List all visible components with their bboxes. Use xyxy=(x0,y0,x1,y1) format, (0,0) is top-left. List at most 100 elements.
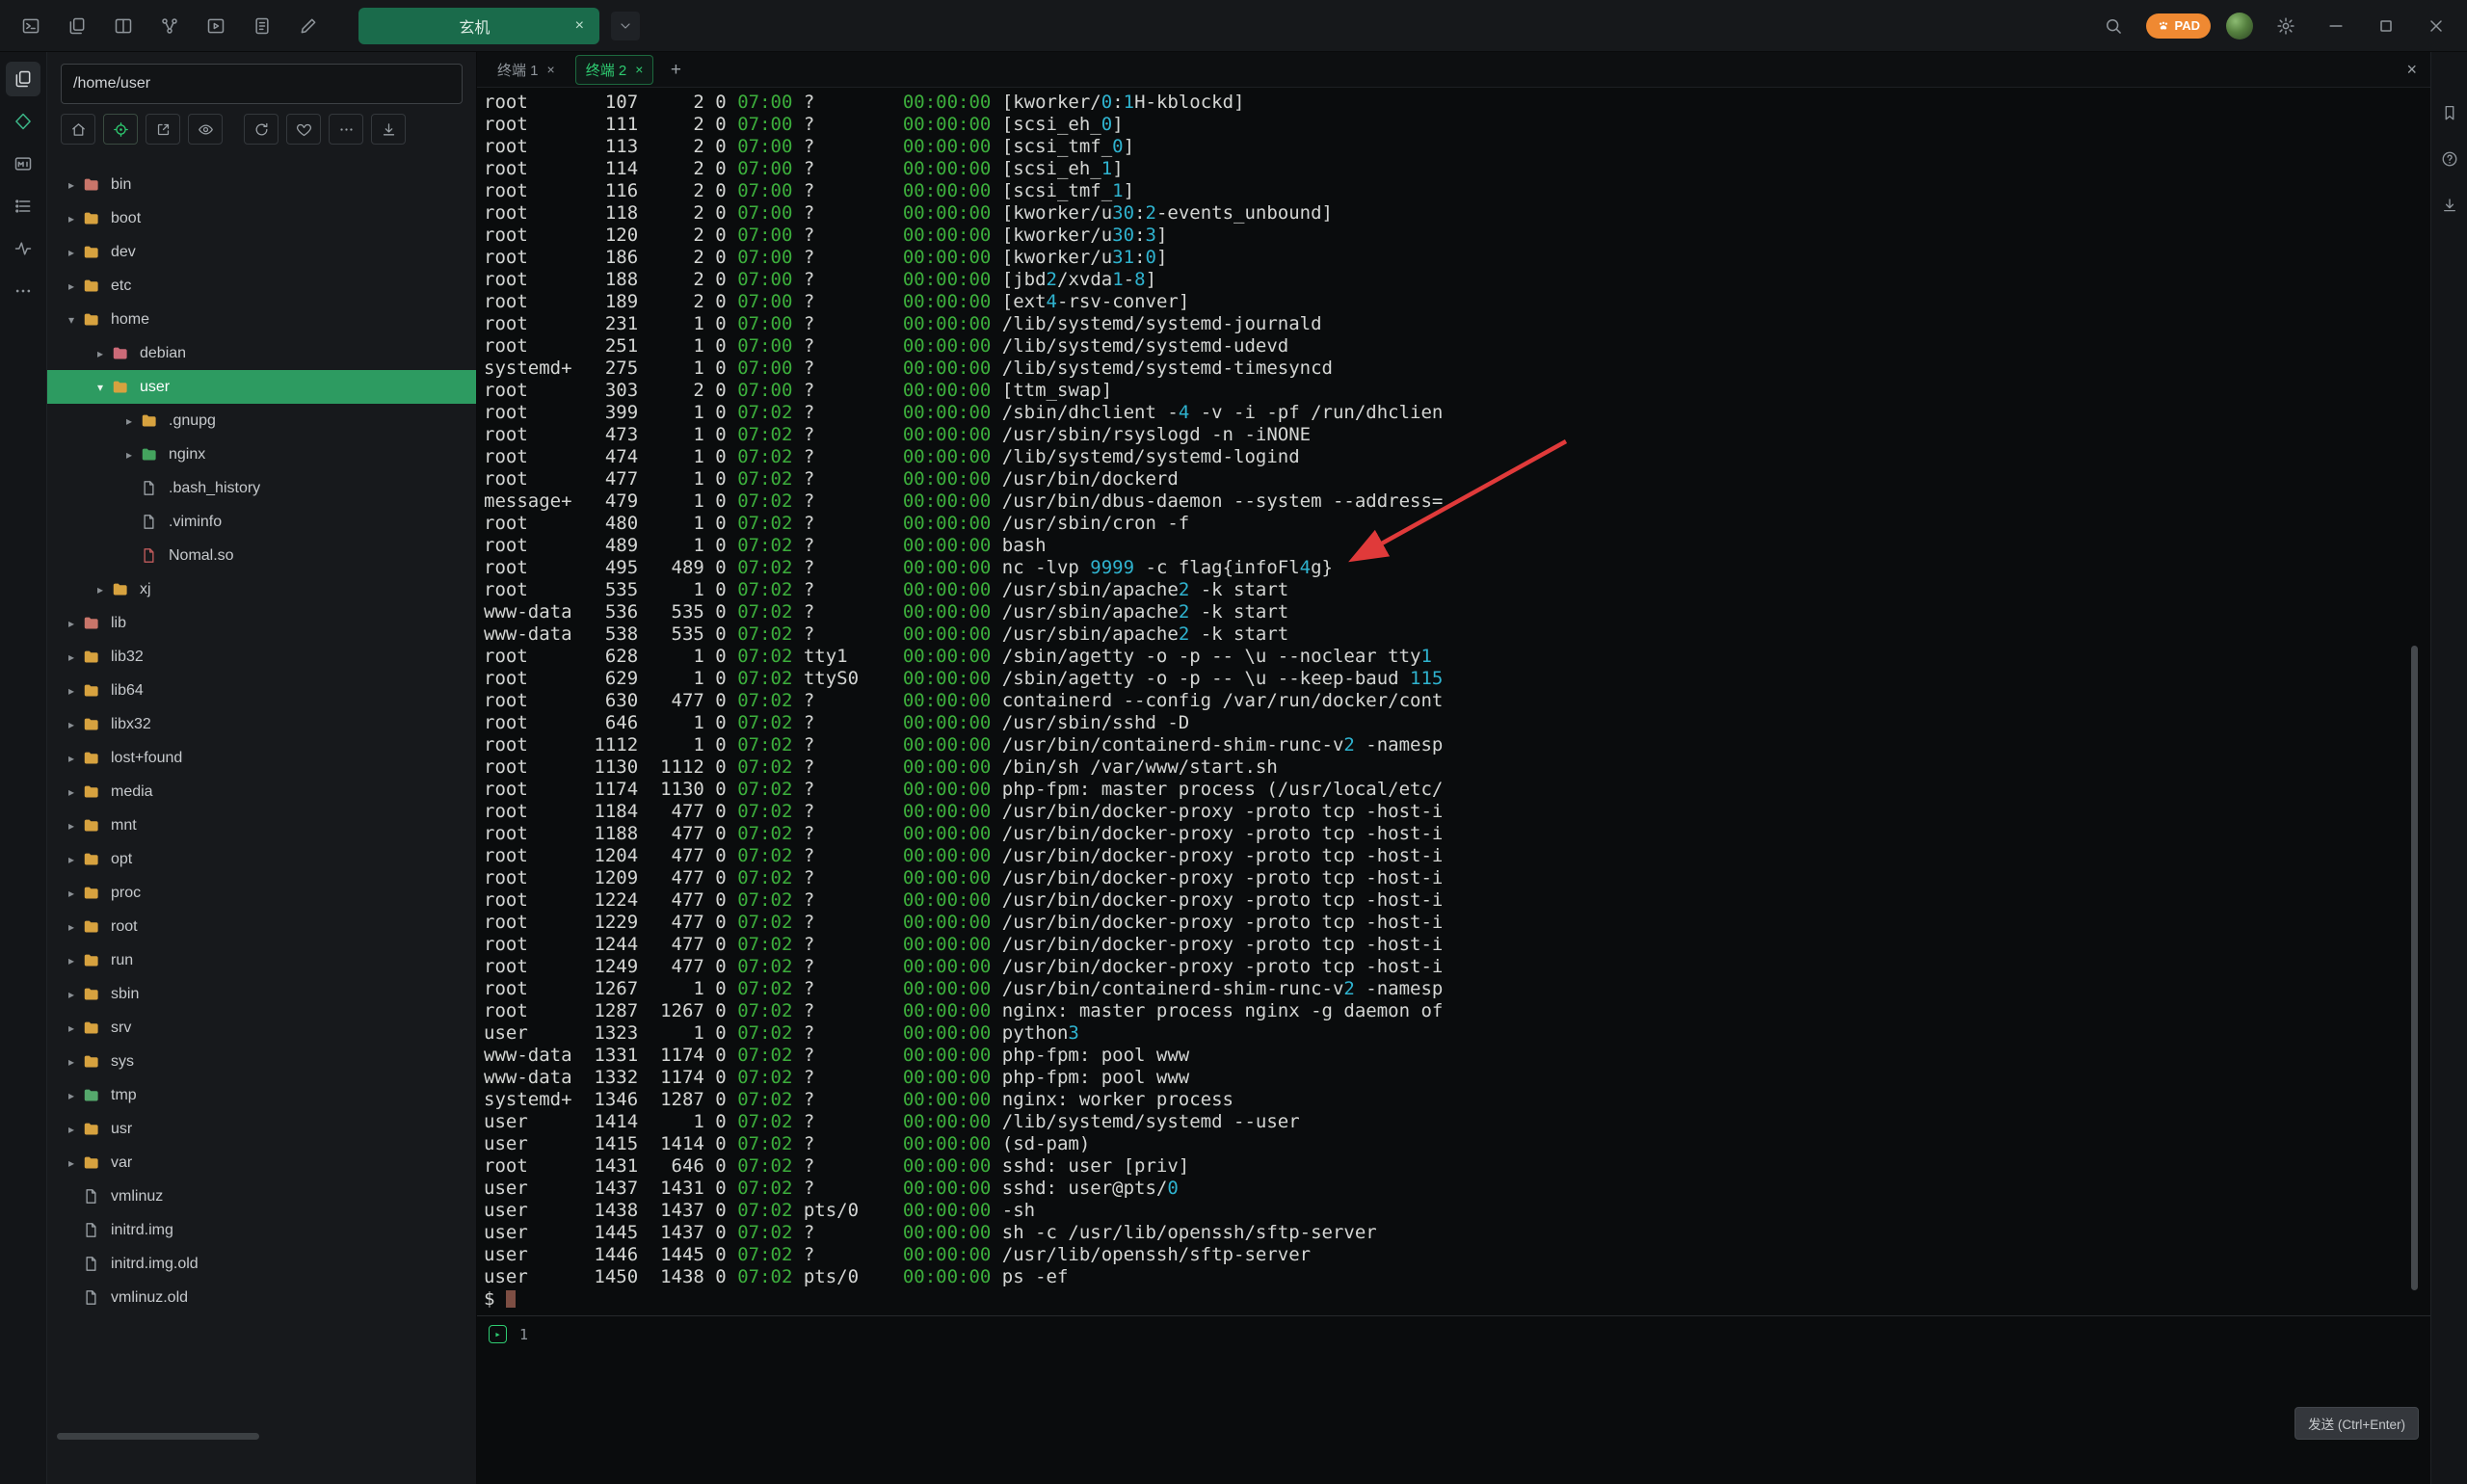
files-icon[interactable] xyxy=(60,9,94,43)
home-icon[interactable] xyxy=(61,114,95,145)
bookmark-icon[interactable] xyxy=(2437,100,2462,125)
markdown-icon[interactable] xyxy=(6,146,40,181)
horizontal-scrollbar[interactable] xyxy=(57,1433,259,1440)
run-icon[interactable] xyxy=(199,9,233,43)
terminal-tab[interactable]: 终端 1× xyxy=(487,55,566,85)
activity-icon[interactable] xyxy=(6,231,40,266)
tree-item[interactable]: ▸ libx32 xyxy=(47,707,476,741)
close-button[interactable] xyxy=(2419,9,2454,43)
close-icon[interactable]: × xyxy=(575,17,584,35)
chevron-icon[interactable]: ▸ xyxy=(61,684,82,698)
chevron-icon[interactable]: ▾ xyxy=(61,313,82,327)
tree-item[interactable]: ▸ tmp xyxy=(47,1078,476,1112)
download-icon[interactable] xyxy=(2437,193,2462,218)
pad-badge[interactable]: PAD xyxy=(2146,13,2211,39)
path-input[interactable] xyxy=(61,64,463,104)
tree-item[interactable]: ▸ mnt xyxy=(47,808,476,842)
chevron-icon[interactable]: ▸ xyxy=(61,954,82,967)
chevron-icon[interactable]: ▸ xyxy=(61,988,82,1001)
new-terminal-button[interactable]: + xyxy=(663,57,688,82)
close-icon[interactable]: × xyxy=(2406,60,2417,80)
tree-item[interactable]: ▾ home xyxy=(47,303,476,336)
tree-item[interactable]: ▸ dev xyxy=(47,235,476,269)
chevron-icon[interactable]: ▸ xyxy=(61,785,82,799)
help-icon[interactable] xyxy=(2437,146,2462,172)
chevron-down-icon[interactable] xyxy=(611,12,640,40)
refresh-icon[interactable] xyxy=(244,114,279,145)
chevron-icon[interactable]: ▸ xyxy=(61,1123,82,1136)
terminal-tab[interactable]: 终端 2× xyxy=(575,55,654,85)
tree-item[interactable]: ▸ opt xyxy=(47,842,476,876)
tree-item[interactable]: ▸ sbin xyxy=(47,977,476,1011)
eye-icon[interactable] xyxy=(188,114,223,145)
tree-item[interactable]: ▸ proc xyxy=(47,876,476,910)
tree-item[interactable]: ▸ lib64 xyxy=(47,674,476,707)
chevron-icon[interactable]: ▸ xyxy=(61,1156,82,1170)
chevron-icon[interactable]: ▸ xyxy=(61,887,82,900)
chevron-icon[interactable]: ▸ xyxy=(61,819,82,833)
minimize-button[interactable] xyxy=(2319,9,2353,43)
tree-item[interactable]: ▸ sys xyxy=(47,1045,476,1078)
list-icon[interactable] xyxy=(6,189,40,224)
tree-item[interactable]: ▸ srv xyxy=(47,1011,476,1045)
tree-item[interactable]: ▸ etc xyxy=(47,269,476,303)
tree-item[interactable]: vmlinuz.old xyxy=(47,1281,476,1314)
download-icon[interactable] xyxy=(371,114,406,145)
external-link-icon[interactable] xyxy=(146,114,180,145)
tree-item[interactable]: initrd.img xyxy=(47,1213,476,1247)
tree-item[interactable]: vmlinuz xyxy=(47,1179,476,1213)
notes-icon[interactable] xyxy=(245,9,279,43)
chevron-icon[interactable]: ▸ xyxy=(61,1055,82,1069)
maximize-button[interactable] xyxy=(2369,9,2403,43)
more-icon[interactable] xyxy=(329,114,363,145)
tree-item[interactable]: ▸ var xyxy=(47,1146,476,1179)
close-icon[interactable]: × xyxy=(547,62,555,77)
tree-item[interactable]: ▸ media xyxy=(47,775,476,808)
chevron-icon[interactable]: ▸ xyxy=(61,650,82,664)
tree-item[interactable]: ▸ bin xyxy=(47,168,476,201)
chevron-icon[interactable]: ▾ xyxy=(90,381,111,394)
tree-item[interactable]: .viminfo xyxy=(47,505,476,539)
tree-item[interactable]: .bash_history xyxy=(47,471,476,505)
chevron-icon[interactable]: ▸ xyxy=(61,246,82,259)
command-input[interactable] xyxy=(544,1322,2411,1426)
chevron-icon[interactable]: ▸ xyxy=(61,1089,82,1102)
tree-item[interactable]: ▸ run xyxy=(47,943,476,977)
tree-item[interactable]: ▸ lib xyxy=(47,606,476,640)
tree-item[interactable]: ▾ user xyxy=(47,370,476,404)
tree-item[interactable]: ▸ xj xyxy=(47,572,476,606)
search-icon[interactable] xyxy=(2096,9,2131,43)
tree-item[interactable]: initrd.img.old xyxy=(47,1247,476,1281)
tree-item[interactable]: ▸ boot xyxy=(47,201,476,235)
tree-item[interactable]: ▸ lib32 xyxy=(47,640,476,674)
tree-item[interactable]: ▸ nginx xyxy=(47,437,476,471)
tree-item[interactable]: ▸ .gnupg xyxy=(47,404,476,437)
chevron-icon[interactable]: ▸ xyxy=(119,448,140,462)
session-tab[interactable]: 玄机 × xyxy=(358,8,599,44)
edit-icon[interactable] xyxy=(291,9,326,43)
chevron-icon[interactable]: ▸ xyxy=(61,718,82,731)
send-button[interactable]: 发送 (Ctrl+Enter) xyxy=(2295,1407,2419,1440)
chevron-icon[interactable]: ▸ xyxy=(61,212,82,225)
chevron-icon[interactable]: ▸ xyxy=(61,279,82,293)
gear-icon[interactable] xyxy=(2268,9,2303,43)
chevron-icon[interactable]: ▸ xyxy=(61,1021,82,1035)
terminal-icon[interactable] xyxy=(13,9,48,43)
close-icon[interactable]: × xyxy=(635,62,643,77)
tree-item[interactable]: ▸ root xyxy=(47,910,476,943)
vertical-scrollbar[interactable] xyxy=(2411,646,2418,1290)
explorer-icon[interactable] xyxy=(6,62,40,96)
chevron-icon[interactable]: ▸ xyxy=(61,853,82,866)
chevron-icon[interactable]: ▸ xyxy=(61,752,82,765)
chevron-icon[interactable]: ▸ xyxy=(119,414,140,428)
target-icon[interactable] xyxy=(103,114,138,145)
chevron-icon[interactable]: ▸ xyxy=(90,347,111,360)
flow-icon[interactable] xyxy=(152,9,187,43)
split-icon[interactable] xyxy=(106,9,141,43)
chevron-icon[interactable]: ▸ xyxy=(61,617,82,630)
nodes-icon[interactable] xyxy=(6,104,40,139)
tree-item[interactable]: ▸ lost+found xyxy=(47,741,476,775)
more-icon[interactable] xyxy=(6,274,40,308)
tree-item[interactable]: ▸ usr xyxy=(47,1112,476,1146)
heart-icon[interactable] xyxy=(286,114,321,145)
